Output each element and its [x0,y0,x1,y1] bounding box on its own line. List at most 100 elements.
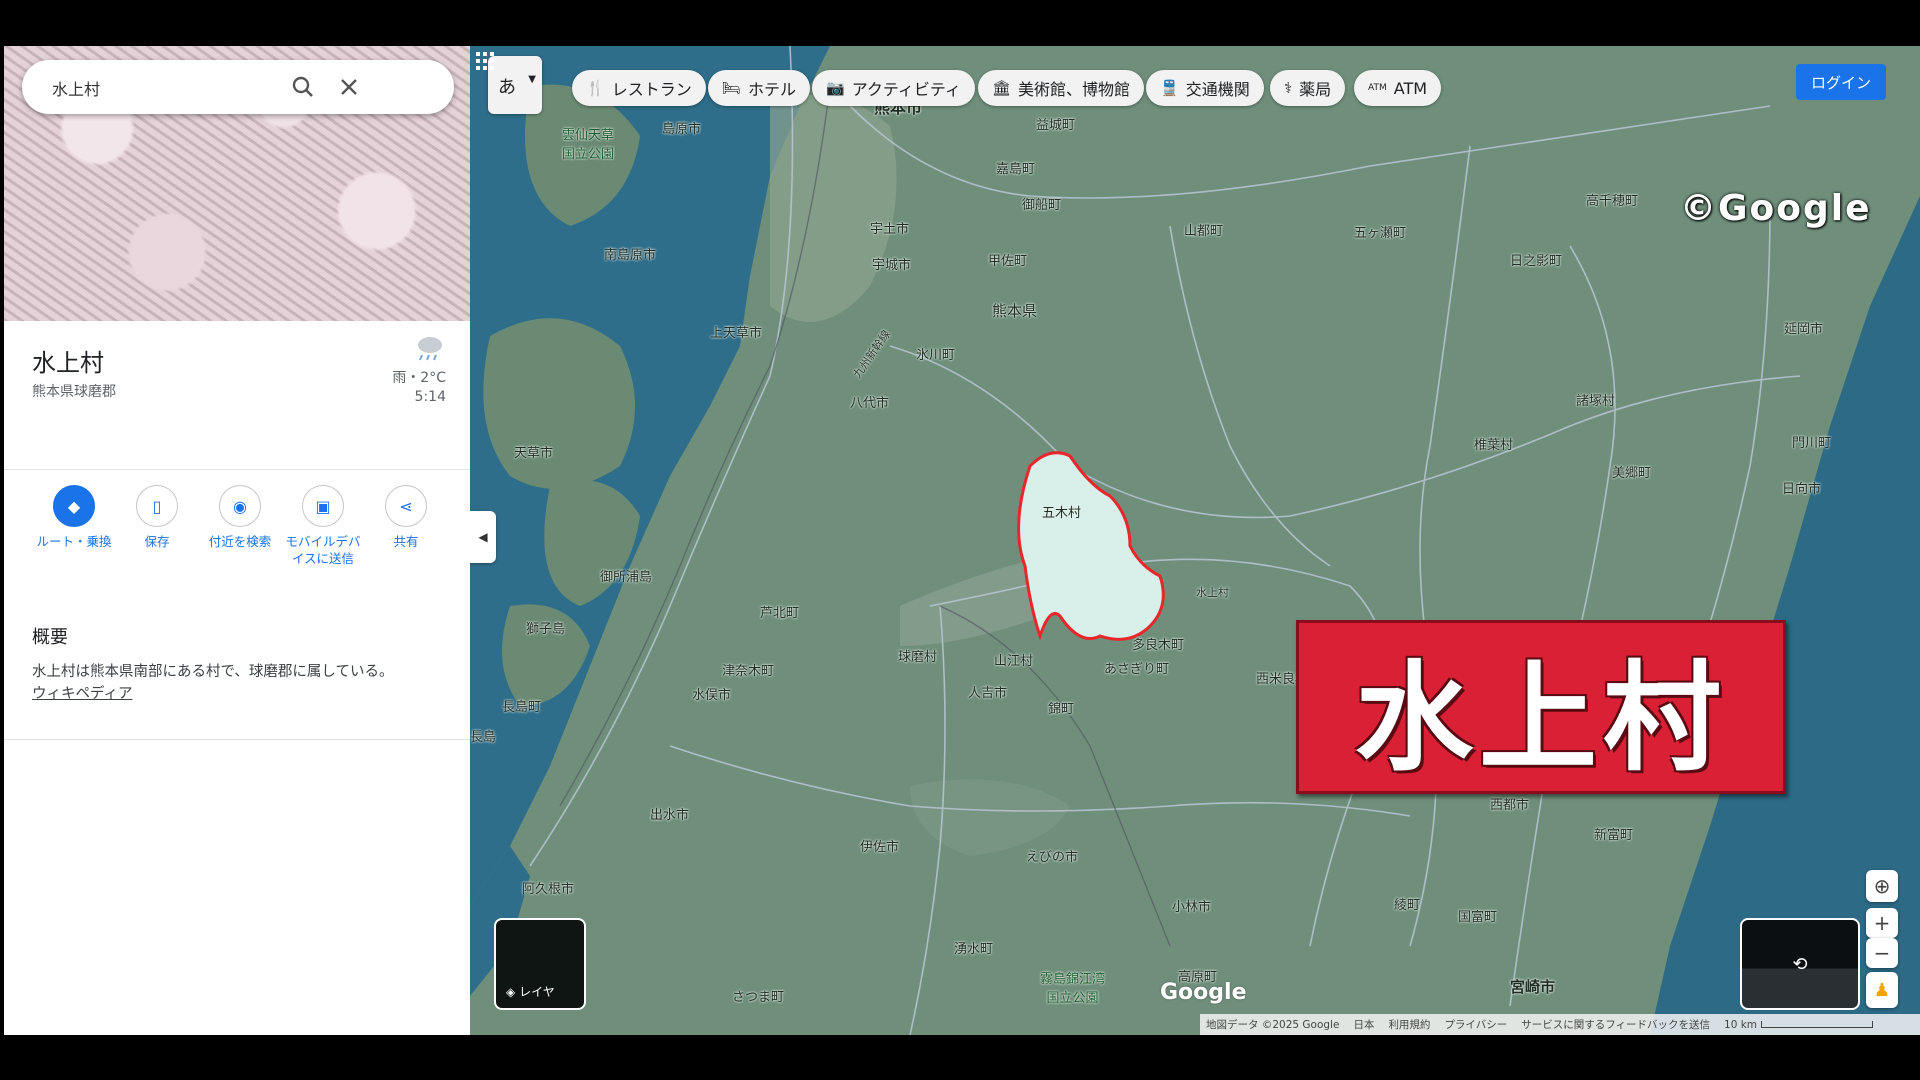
save-button[interactable]: ▯ 保存 [117,485,197,550]
map-label: 阿久根市 [522,882,575,897]
place-header: 水上村 熊本県球磨郡 雨・2°C 5:14 [4,321,470,470]
close-icon[interactable] [334,72,364,102]
chip-atm[interactable]: ATM ATM [1354,70,1442,106]
search-box[interactable]: 水上村 [22,60,454,114]
title-overlay-text: 水上村 [1354,648,1727,787]
google-watermark: ©Google [1680,188,1872,229]
chevron-left-icon: ◀ [478,530,488,544]
chip-hotel[interactable]: 🛏 ホテル [708,70,811,106]
login-button[interactable]: ログイン [1796,64,1886,100]
map-label: 国富町 [1458,910,1498,925]
map-label: 高千穂町 [1586,194,1639,209]
region-link[interactable]: 日本 [1353,1017,1374,1032]
place-name: 水上村 [32,349,104,377]
map-label: 津奈木町 [722,664,775,679]
pegman-button[interactable]: ♟ [1866,972,1898,1008]
map-label: さつま町 [732,990,785,1005]
title-overlay: 水上村 [1296,620,1786,794]
map-label: 天草市 [514,446,554,461]
privacy-link[interactable]: プライバシー [1444,1017,1507,1032]
map-label: 日向市 [1782,482,1822,497]
map-label: 綾町 [1394,898,1421,913]
hotel-icon: 🛏 [722,79,742,97]
nearby-icon: ◉ [219,485,261,527]
map-label: 球磨村 [898,650,938,665]
map-label: 五ヶ瀬町 [1354,226,1407,241]
weather-time: 5:14 [414,389,446,405]
zoom-in-button[interactable]: + [1866,908,1898,938]
map-label: 人吉市 [968,686,1008,701]
feedback-link[interactable]: サービスに関するフィードバックを送信 [1521,1017,1710,1032]
chevron-down-icon: ▼ [528,74,536,85]
nearby-button[interactable]: ◉ 付近を検索 [200,485,280,550]
restaurant-icon: 🍴 [586,79,605,97]
map-label: 諸塚村 [1576,394,1616,409]
share-button[interactable]: ⋖ 共有 [366,485,446,550]
map-label: えびの市 [1026,850,1079,865]
map-label: 長島町 [502,700,542,715]
kirishima-area [910,779,1070,856]
map-label: 芦北町 [760,606,800,621]
place-panel: 水上村 水上村 熊本県球磨郡 雨・2°C 5:14 ◆ ルート・乗換 ▯ 保存 … [4,46,470,1035]
overview-text: 水上村は熊本県南部にある村で、球磨郡に属している。 ウィキペディア [32,664,394,702]
wikipedia-link[interactable]: ウィキペディア [32,686,132,702]
zoom-out-button[interactable]: − [1866,938,1898,968]
map-label: 御船町 [1022,198,1062,213]
overview-heading: 概要 [32,627,68,648]
terms-link[interactable]: 利用規約 [1388,1017,1430,1032]
search-input[interactable]: 水上村 [52,76,100,100]
chip-activity[interactable]: 📷 アクティビティ [812,70,975,106]
map-label: 美郷町 [1612,466,1652,481]
map-label: 門川町 [1792,436,1832,451]
rotate-360-icon: ⟲ [1792,953,1808,975]
map-label: 長島 [470,730,497,745]
map-canvas[interactable]: 熊本市 熊本県 雲仙天草 国立公園 島原市 南島原市 宇土市 宇城市 上天草市 … [470,46,1920,1035]
bookmark-icon: ▯ [136,485,178,527]
map-label: 氷川町 [916,348,956,363]
scale-bar[interactable]: 10 km [1724,1019,1874,1031]
layers-icon: ◈ [506,985,516,999]
category-chip-bar: あ ▼ 🍴 レストラン 🛏 ホテル 📷 アクティビティ 🏛 美術館、博物館 🚆 交通機関 … [470,46,1920,126]
map-label: 御所浦島 [600,570,653,585]
share-icon: ⋖ [385,485,427,527]
map-label: 延岡市 [1784,322,1824,337]
chip-transit[interactable]: 🚆 交通機関 [1146,70,1264,106]
map-label: 椎葉村 [1474,438,1514,453]
map-label: 宮崎市 [1510,978,1556,996]
weather-widget: 雨・2°C 5:14 [392,333,446,407]
amakusa-island [483,318,635,489]
map-label: 水俣市 [692,688,732,703]
map-label: 宇城市 [872,258,912,273]
my-location-button[interactable]: ⊕ [1866,870,1898,902]
map-label: 山江村 [994,654,1034,669]
train-icon: 🚆 [1160,79,1179,97]
map-label: 山都町 [1184,224,1224,239]
chip-pharmacy[interactable]: ⚕ 薬局 [1270,70,1346,106]
map-label: 水上村 [1196,586,1229,599]
pegman-icon: ♟ [1873,979,1891,1001]
minus-icon: − [1873,941,1891,965]
map-label: 宇土市 [870,222,910,237]
chip-museum[interactable]: 🏛 美術館、博物館 [978,70,1145,106]
send-to-phone-button[interactable]: ▣ モバイルデバイスに送信 [283,485,363,567]
chip-restaurant[interactable]: 🍴 レストラン [572,70,706,106]
location-target-icon: ⊕ [1873,874,1891,898]
apps-grid-icon[interactable] [470,46,500,76]
map-label: 八代市 [850,396,890,411]
screen-frame: 水上村 水上村 熊本県球磨郡 雨・2°C 5:14 ◆ ルート・乗換 ▯ 保存 … [0,46,1920,1035]
collapse-panel-button[interactable]: ◀ [470,511,496,563]
layers-button[interactable]: ◈ レイヤ [494,918,586,1010]
map-footer: 地図データ ©2025 Google 日本 利用規約 プライバシー サービスに関… [1200,1014,1920,1035]
map-label: 多良木町 [1132,638,1185,653]
directions-icon: ◆ [53,485,95,527]
search-icon[interactable] [288,72,318,102]
directions-button[interactable]: ◆ ルート・乗換 [34,485,114,550]
street-view-preview[interactable]: ⟲ [1740,918,1860,1010]
rain-cloud-icon [418,337,442,361]
map-label: 嘉島町 [996,162,1036,177]
camera-icon: 📷 [826,79,845,97]
goshoura-island [544,480,640,606]
mizukami-boundary[interactable] [1017,451,1165,641]
map-label: 霧島錦江湾 国立公園 [1040,972,1106,1006]
museum-icon: 🏛 [992,79,1012,97]
